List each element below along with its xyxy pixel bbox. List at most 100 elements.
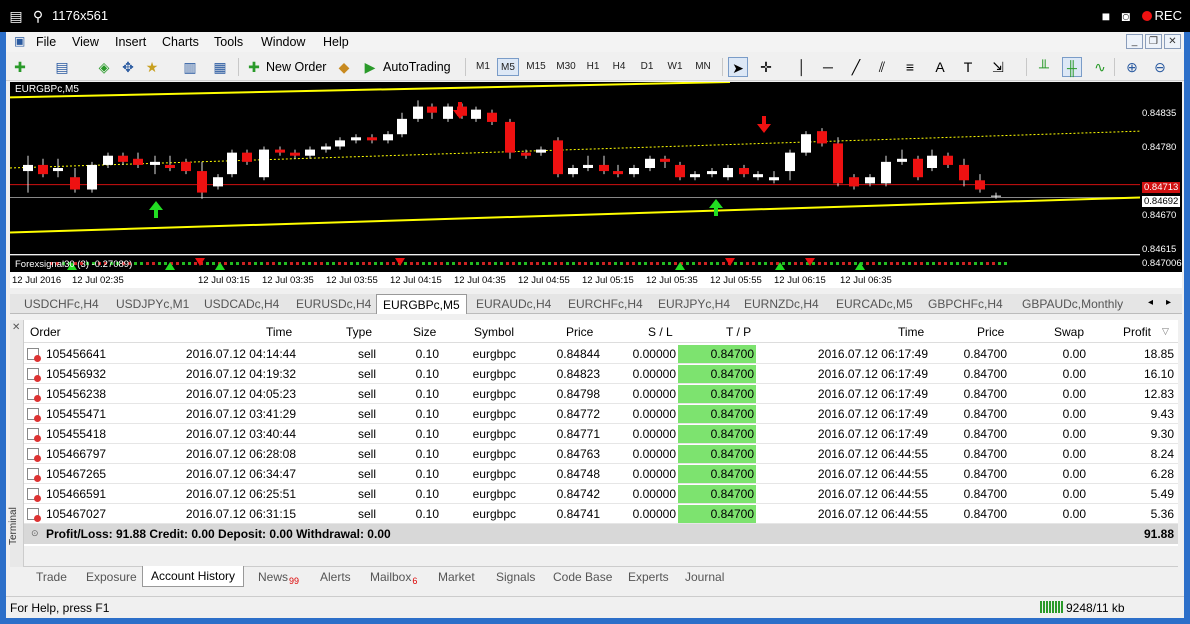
timeframe-h1[interactable]: H1 bbox=[582, 58, 604, 76]
indicator-bar bbox=[194, 262, 197, 265]
terminal-tab[interactable]: Alerts bbox=[320, 570, 351, 584]
timeframe-h4[interactable]: H4 bbox=[608, 58, 630, 76]
chart-tab[interactable]: EURCHFc,H4 bbox=[562, 294, 649, 314]
menu-window[interactable]: Window bbox=[261, 35, 305, 49]
chart-tab[interactable]: EURJPYc,H4 bbox=[652, 294, 736, 314]
chart-tab[interactable]: EURNZDc,H4 bbox=[738, 294, 825, 314]
app-menu-icon[interactable]: ▤ bbox=[6, 6, 26, 26]
table-row[interactable]: 105456932 2016.07.12 04:19:32 sell 0.10 eurg… bbox=[24, 364, 1178, 384]
arrows-icon[interactable]: ⇲ bbox=[988, 57, 1008, 77]
close-terminal-icon[interactable]: ✕ bbox=[12, 322, 20, 333]
navigator-icon[interactable]: ✥ bbox=[118, 57, 138, 77]
timeframe-m30[interactable]: M30 bbox=[552, 58, 580, 76]
menu-charts[interactable]: Charts bbox=[162, 35, 199, 49]
timeframe-mn[interactable]: MN bbox=[692, 58, 714, 76]
chart-tab[interactable]: EURAUDc,H4 bbox=[470, 294, 557, 314]
candlestick-icon[interactable]: ╫ bbox=[1062, 57, 1082, 77]
chart-tab[interactable]: EURUSDc,H4 bbox=[290, 294, 377, 314]
horizontal-line-icon[interactable]: ─ bbox=[818, 57, 838, 77]
trendline-icon[interactable]: ╱ bbox=[846, 57, 866, 77]
timeframe-d1[interactable]: D1 bbox=[636, 58, 658, 76]
chart-tab[interactable]: EURCADc,M5 bbox=[830, 294, 919, 314]
terminal-tab[interactable]: Code Base bbox=[553, 570, 612, 584]
timeframe-w1[interactable]: W1 bbox=[664, 58, 686, 76]
zoom-in-icon[interactable]: ⊕ bbox=[1122, 57, 1142, 77]
market-watch-icon[interactable]: ◈ bbox=[94, 57, 114, 77]
scroll-left-icon[interactable]: ◂ bbox=[1148, 297, 1153, 308]
timeframe-m5[interactable]: M5 bbox=[497, 58, 519, 76]
indicator-bar bbox=[446, 262, 449, 265]
col-order[interactable]: Order bbox=[30, 325, 61, 339]
table-row[interactable]: 105467027 2016.07.12 06:31:15 sell 0.10 eurg… bbox=[24, 504, 1178, 524]
new-order-button[interactable]: New Order bbox=[266, 57, 326, 77]
col-profit[interactable]: Profit bbox=[1123, 325, 1151, 339]
chart-tab[interactable]: GBPCHFc,H4 bbox=[922, 294, 1009, 314]
minimize-icon[interactable]: _ bbox=[1126, 34, 1143, 49]
menu-help[interactable]: Help bbox=[323, 35, 349, 49]
timeframe-m1[interactable]: M1 bbox=[472, 58, 494, 76]
restore-icon[interactable]: ❐ bbox=[1145, 34, 1162, 49]
title-bar: ▤ ⚲ 1176x561 ■ ◙ ▾ REC bbox=[0, 0, 1190, 32]
col-size[interactable]: Size bbox=[413, 325, 436, 339]
cursor-icon[interactable]: ➤ bbox=[728, 57, 748, 77]
col-type[interactable]: Type bbox=[346, 325, 372, 339]
stop-icon[interactable]: ■ bbox=[1096, 6, 1116, 26]
table-row[interactable]: 105455471 2016.07.12 03:41:29 sell 0.10 eurg… bbox=[24, 404, 1178, 424]
menu-view[interactable]: View bbox=[72, 35, 99, 49]
crosshair-icon[interactable]: ✛ bbox=[756, 57, 776, 77]
col-symbol[interactable]: Symbol bbox=[474, 325, 514, 339]
new-chart-icon[interactable]: ✚ bbox=[10, 57, 30, 77]
col-open-price[interactable]: Price bbox=[566, 325, 593, 339]
equidistant-channel-icon[interactable]: ⫽ bbox=[872, 57, 892, 77]
chart-tab[interactable]: USDCADc,H4 bbox=[198, 294, 285, 314]
terminal-tab[interactable]: Mailbox6 bbox=[370, 570, 417, 586]
table-row[interactable]: 105455418 2016.07.12 03:40:44 sell 0.10 eurg… bbox=[24, 424, 1178, 444]
terminal-tab[interactable]: Exposure bbox=[86, 570, 137, 584]
table-row[interactable]: 105466591 2016.07.12 06:25:51 sell 0.10 eurg… bbox=[24, 484, 1178, 504]
col-sl[interactable]: S / L bbox=[648, 325, 673, 339]
rec-indicator[interactable]: REC bbox=[1141, 8, 1182, 23]
table-row[interactable]: 105456238 2016.07.12 04:05:23 sell 0.10 eurg… bbox=[24, 384, 1178, 404]
chart-tab[interactable]: USDCHFc,H4 bbox=[18, 294, 105, 314]
terminal-tab[interactable]: Market bbox=[438, 570, 475, 584]
chart-tab[interactable]: GBPAUDc,Monthly bbox=[1016, 294, 1129, 314]
zoom-icon[interactable]: ⚲ bbox=[28, 6, 48, 26]
terminal-tab[interactable]: Signals bbox=[496, 570, 535, 584]
metaeditor-icon[interactable]: ◆ bbox=[334, 57, 354, 77]
terminal-tab[interactable]: Trade bbox=[36, 570, 67, 584]
terminal-icon[interactable]: ▥ bbox=[180, 57, 200, 77]
strategy-tester-icon[interactable]: ▦ bbox=[210, 57, 230, 77]
col-open-time[interactable]: Time bbox=[266, 325, 292, 339]
scroll-right-icon[interactable]: ▸ bbox=[1166, 297, 1171, 308]
menu-tools[interactable]: Tools bbox=[214, 35, 243, 49]
terminal-tab[interactable]: News99 bbox=[258, 570, 299, 586]
close-icon[interactable]: ✕ bbox=[1164, 34, 1181, 49]
text-icon[interactable]: A bbox=[930, 57, 950, 77]
terminal-tab[interactable]: Account History bbox=[142, 566, 245, 587]
col-close-price[interactable]: Price bbox=[977, 325, 1004, 339]
chart-tab[interactable]: USDJPYc,M1 bbox=[110, 294, 195, 314]
zoom-out-icon[interactable]: ⊖ bbox=[1150, 57, 1170, 77]
menu-file[interactable]: File bbox=[36, 35, 56, 49]
text-label-icon[interactable]: T bbox=[958, 57, 978, 77]
col-tp[interactable]: T / P bbox=[726, 325, 751, 339]
table-row[interactable]: 105456641 2016.07.12 04:14:44 sell 0.10 eurg… bbox=[24, 344, 1178, 364]
col-close-time[interactable]: Time bbox=[898, 325, 924, 339]
terminal-tab[interactable]: Experts bbox=[628, 570, 669, 584]
profiles-icon[interactable]: ▤ bbox=[52, 57, 72, 77]
bar-chart-icon[interactable]: ╨ bbox=[1034, 57, 1054, 77]
table-row[interactable]: 105467265 2016.07.12 06:34:47 sell 0.10 eurg… bbox=[24, 464, 1178, 484]
timeframe-m15[interactable]: M15 bbox=[522, 58, 550, 76]
camera-icon[interactable]: ◙ bbox=[1116, 6, 1136, 26]
chart-tab-selected[interactable]: EURGBPc,M5 bbox=[376, 294, 467, 314]
fibonacci-icon[interactable]: ≡ bbox=[900, 57, 920, 77]
autotrading-button[interactable]: AutoTrading bbox=[383, 57, 451, 77]
data-window-icon[interactable]: ★ bbox=[142, 57, 162, 77]
terminal-tab[interactable]: Journal bbox=[685, 570, 724, 584]
table-row[interactable]: 105466797 2016.07.12 06:28:08 sell 0.10 eurg… bbox=[24, 444, 1178, 464]
line-chart-icon[interactable]: ∿ bbox=[1090, 57, 1110, 77]
price-chart[interactable] bbox=[9, 81, 1141, 254]
vertical-line-icon[interactable]: │ bbox=[792, 57, 812, 77]
menu-insert[interactable]: Insert bbox=[115, 35, 146, 49]
col-swap[interactable]: Swap bbox=[1054, 325, 1084, 339]
